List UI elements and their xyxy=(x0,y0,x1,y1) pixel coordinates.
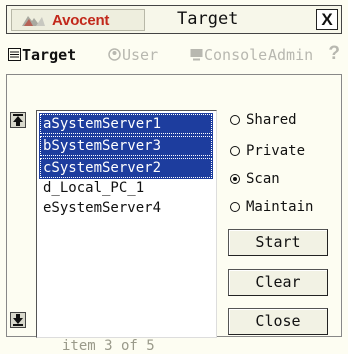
start-button[interactable]: Start xyxy=(228,229,328,256)
mode-radio-private[interactable]: Private xyxy=(230,141,305,161)
user-icon xyxy=(108,48,121,61)
avocent-mark-icon xyxy=(22,16,45,26)
tab-target-label: Target xyxy=(22,46,77,64)
list-item[interactable]: cSystemServer2 xyxy=(39,157,213,179)
list-item[interactable]: aSystemServer1 xyxy=(39,113,213,135)
mode-radio-shared[interactable]: Shared xyxy=(230,110,297,130)
help-icon[interactable]: ? xyxy=(328,43,340,65)
brand-name: Avocent xyxy=(52,12,110,29)
tab-user[interactable]: User xyxy=(108,46,158,64)
tab-bar: Target User Console Admin ? xyxy=(6,42,342,70)
console-icon xyxy=(190,49,203,61)
avocent-logo: Avocent xyxy=(11,9,145,31)
mode-radio-maintain[interactable]: Maintain xyxy=(230,197,313,217)
close-button[interactable]: Close xyxy=(228,308,328,335)
mode-label: Scan xyxy=(246,171,280,187)
mode-label: Shared xyxy=(246,112,297,128)
radio-button[interactable] xyxy=(230,202,240,212)
scroll-bottom-icon[interactable] xyxy=(10,312,26,328)
radio-button[interactable] xyxy=(230,146,240,156)
title-bar: Avocent Target X xyxy=(6,5,342,34)
list-item[interactable]: eSystemServer4 xyxy=(39,197,213,219)
tab-console-label: Console xyxy=(204,46,268,64)
mode-label: Private xyxy=(246,143,306,159)
mode-radio-scan[interactable]: Scan xyxy=(230,169,280,189)
radio-button[interactable] xyxy=(230,174,240,184)
close-window-button[interactable]: X xyxy=(316,9,338,30)
radio-button[interactable] xyxy=(230,115,240,125)
status-text: item 3 of 5 xyxy=(62,338,155,354)
tab-console[interactable]: Console xyxy=(190,46,267,64)
tab-user-label: User xyxy=(122,46,159,64)
list-item[interactable]: bSystemServer3 xyxy=(39,135,213,157)
clear-button[interactable]: Clear xyxy=(228,269,328,296)
mode-label: Maintain xyxy=(246,199,314,215)
tab-admin[interactable]: Admin xyxy=(268,46,313,64)
target-list[interactable]: aSystemServer1 bSystemServer3 cSystemSer… xyxy=(36,110,217,338)
window-title: Target xyxy=(177,9,239,29)
tab-admin-label: Admin xyxy=(268,46,314,64)
scroll-top-icon[interactable] xyxy=(10,112,26,128)
list-icon xyxy=(8,48,21,61)
list-item[interactable]: d_Local_PC_1 xyxy=(39,177,213,199)
tab-target[interactable]: Target xyxy=(8,46,76,64)
